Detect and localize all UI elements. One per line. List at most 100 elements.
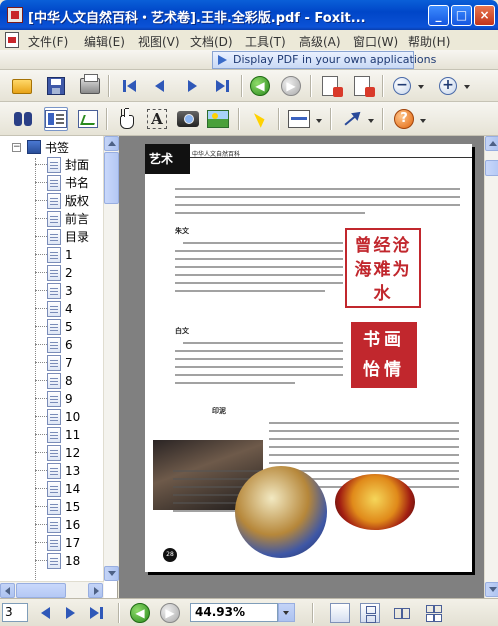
status-forward-button[interactable]: ▶ [158,601,182,625]
menu-document[interactable]: 文档(D) [190,33,233,50]
status-next-page-button[interactable] [58,601,82,625]
bookmark-item[interactable]: 2 [35,264,73,281]
app-logo-icon[interactable] [7,7,23,23]
bookmark-horizontal-scrollbar[interactable] [0,581,104,598]
bookmark-root[interactable]: − 书签 [12,139,69,155]
bookmark-item[interactable]: 1 [35,246,73,263]
bookmark-item[interactable]: 目录 [35,228,89,245]
page-icon [47,282,61,299]
back-button[interactable]: ◀ [248,74,272,98]
continuous-facing-view-button[interactable] [424,603,444,623]
title-bar[interactable]: [中华人文自然百科・艺术卷].王非.全彩版.pdf - Foxit... _ □… [0,0,498,30]
help-button[interactable]: ? [392,107,416,131]
menu-help[interactable]: 帮助(H) [408,33,450,50]
collapse-icon[interactable]: − [12,142,21,152]
scroll-down-icon[interactable] [485,582,498,597]
chevron-down-icon[interactable] [464,85,470,89]
select-tool-button[interactable] [248,107,272,131]
text-line [175,274,343,276]
scroll-right-icon[interactable] [88,583,103,598]
forward-button[interactable]: ▶ [279,74,303,98]
menu-view[interactable]: 视图(V) [138,33,180,50]
maximize-button[interactable]: □ [451,5,472,26]
chevron-down-icon[interactable] [316,119,322,123]
menu-window[interactable]: 窗口(W) [353,33,398,50]
insert-page-button[interactable] [350,74,375,98]
chevron-down-icon[interactable] [418,85,424,89]
menu-tools[interactable]: 工具(T) [245,33,286,50]
facing-view-button[interactable] [392,603,412,623]
bookmark-item[interactable]: 14 [35,480,80,497]
scroll-thumb[interactable] [16,583,66,598]
bookmark-item[interactable]: 16 [35,516,80,533]
next-page-button[interactable] [180,74,204,98]
zoom-input[interactable]: 44.93% [190,603,278,622]
status-prev-page-button[interactable] [34,601,58,625]
first-page-button[interactable] [117,74,141,98]
pdf-page[interactable]: 艺术 中华人文自然百科 朱文 曾经沧海难为水 白文 书画怡情 印泥 28 [145,144,472,572]
zoom-in-button[interactable]: + [436,74,460,98]
document-menu-icon[interactable] [5,32,19,48]
continuous-view-button[interactable] [360,603,380,623]
scroll-up-icon[interactable] [485,136,498,151]
prev-page-button[interactable] [148,74,172,98]
scroll-up-icon[interactable] [104,136,119,151]
bookmark-item[interactable]: 书名 [35,174,89,191]
bookmark-item[interactable]: 封面 [35,156,89,173]
hand-tool-button[interactable] [114,107,138,131]
open-button[interactable] [10,74,34,98]
zoom-out-button[interactable]: − [390,74,414,98]
bookmark-item[interactable]: 10 [35,408,80,425]
menu-advanced[interactable]: 高级(A) [299,33,341,50]
bookmark-item[interactable]: 12 [35,444,80,461]
thumbnails-panel-button[interactable] [76,107,100,131]
status-back-button[interactable]: ◀ [128,601,152,625]
menu-file[interactable]: 文件(F) [28,33,68,50]
minimize-button[interactable]: _ [428,5,449,26]
bookmark-item[interactable]: 6 [35,336,73,353]
chevron-down-icon[interactable] [368,119,374,123]
bookmark-item[interactable]: 18 [35,552,80,569]
find-button[interactable] [11,107,35,131]
print-button[interactable] [78,74,102,98]
scroll-thumb[interactable] [485,160,498,176]
last-page-button[interactable] [210,74,234,98]
bookmark-item[interactable]: 15 [35,498,80,515]
bookmark-item[interactable]: 8 [35,372,73,389]
page-icon [47,192,61,209]
snapshot-button[interactable] [176,107,200,131]
toolbar-separator [312,603,314,623]
menu-edit[interactable]: 编辑(E) [84,33,125,50]
image-tool-button[interactable] [206,107,230,131]
bookmark-item[interactable]: 3 [35,282,73,299]
note-tool-button[interactable] [287,107,311,131]
scroll-thumb[interactable] [104,152,119,204]
extract-page-button[interactable] [318,74,343,98]
zoom-dropdown-button[interactable] [278,603,295,622]
status-last-page-button[interactable] [84,601,108,625]
promo-banner[interactable]: Display PDF in your own applications [212,51,436,69]
close-button[interactable]: × [474,5,495,26]
text-select-button[interactable]: A [145,107,169,131]
bookmark-item[interactable]: 9 [35,390,73,407]
bookmark-item[interactable]: 11 [35,426,80,443]
bookmark-vertical-scrollbar[interactable] [103,136,119,581]
scroll-left-icon[interactable] [0,583,15,598]
save-button[interactable] [44,74,68,98]
bookmark-item[interactable]: 5 [35,318,73,335]
bookmarks-panel-button[interactable] [44,107,68,131]
bookmark-item[interactable]: 4 [35,300,73,317]
document-vertical-scrollbar[interactable] [484,136,498,598]
page-icon [47,246,61,263]
bookmark-item[interactable]: 13 [35,462,80,479]
bookmark-item[interactable]: 前言 [35,210,89,227]
document-view[interactable]: 艺术 中华人文自然百科 朱文 曾经沧海难为水 白文 书画怡情 印泥 28 [119,136,484,598]
scroll-down-icon[interactable] [104,566,119,581]
single-page-view-button[interactable] [330,603,350,623]
bookmark-item[interactable]: 版权 [35,192,89,209]
bookmark-item[interactable]: 17 [35,534,80,551]
page-number-input[interactable]: 3 [2,603,28,622]
bookmark-item[interactable]: 7 [35,354,73,371]
chevron-down-icon[interactable] [420,119,426,123]
arrow-tool-button[interactable] [340,107,364,131]
